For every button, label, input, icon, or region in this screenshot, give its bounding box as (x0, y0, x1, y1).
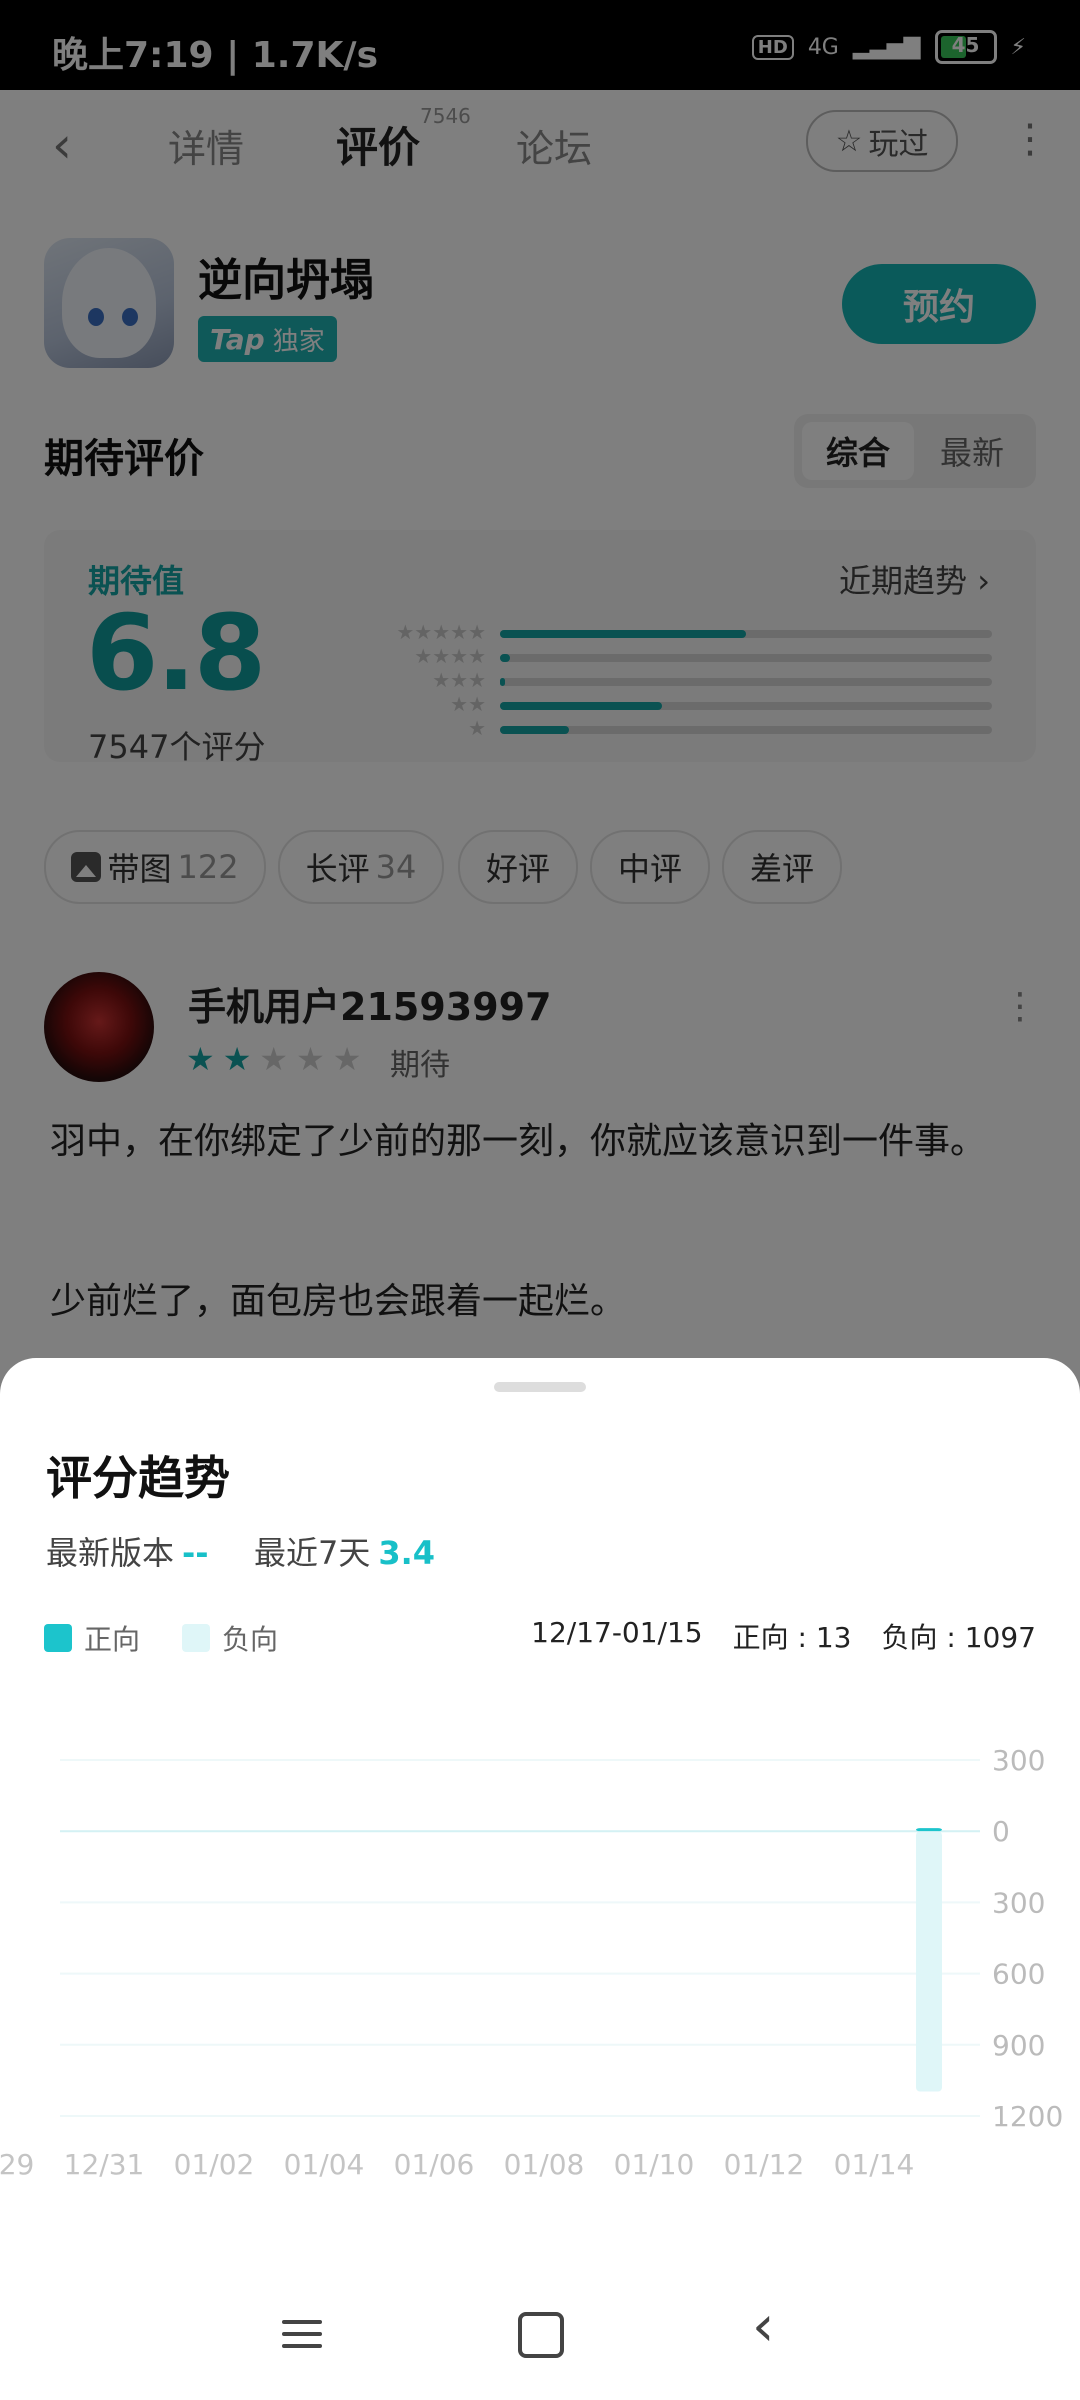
y-tick-label: 300 (992, 1744, 1045, 1777)
home-icon[interactable] (518, 2312, 564, 2358)
legend-swatch-negative (182, 1624, 210, 1652)
legend-swatch-positive (44, 1624, 72, 1652)
recent-7days-stat: 最近7天 3.4 (254, 1528, 435, 1574)
x-tick-label: 12/31 (64, 2148, 145, 2181)
legend-negative: 负向 (182, 1618, 278, 1658)
x-tick-label: 01/10 (614, 2148, 695, 2181)
legend-label: 负向 (222, 1623, 279, 1656)
x-tick-label: 01/12 (724, 2148, 805, 2181)
x-tick-label: 01/08 (504, 2148, 585, 2181)
recent-label: 最近7天 (254, 1534, 371, 1572)
trend-summary: 12/17-01/15 正向 : 13 负向 : 1097 (531, 1616, 1036, 1656)
version-label: 最新版本 (46, 1534, 175, 1572)
bar-negative (916, 1831, 942, 2092)
latest-version-stat: 最新版本 -- (46, 1528, 209, 1574)
x-tick-label: 01/06 (394, 2148, 475, 2181)
legend-positive: 正向 (44, 1618, 140, 1658)
sheet-title: 评分趋势 (46, 1451, 230, 1505)
y-tick-label: 0 (992, 1815, 1010, 1848)
x-tick-label: 12/29 (0, 2148, 34, 2181)
version-value: -- (182, 1534, 209, 1572)
recent-value: 3.4 (378, 1534, 436, 1572)
trend-chart[interactable]: 300 0 300 600 900 1200 12/29 12/31 01/02 01/04 01/… (0, 1700, 1080, 2220)
y-tick-label: 900 (992, 2029, 1045, 2062)
sheet-drag-handle[interactable] (494, 1382, 586, 1392)
legend-label: 正向 (84, 1623, 141, 1656)
date-range: 12/17-01/15 (531, 1616, 703, 1649)
y-tick-label: 1200 (992, 2100, 1063, 2133)
y-tick-label: 600 (992, 1958, 1045, 1991)
x-tick-label: 01/14 (834, 2148, 915, 2181)
y-tick-label: 300 (992, 1886, 1045, 1919)
positive-total: 正向 : 13 (732, 1621, 852, 1654)
nav-back-icon[interactable]: ‹ (752, 2294, 774, 2359)
menu-icon[interactable] (282, 2312, 322, 2356)
x-tick-label: 01/04 (284, 2148, 365, 2181)
negative-total: 负向 : 1097 (881, 1621, 1037, 1654)
x-tick-label: 01/02 (174, 2148, 255, 2181)
bar-positive (916, 1828, 942, 1832)
